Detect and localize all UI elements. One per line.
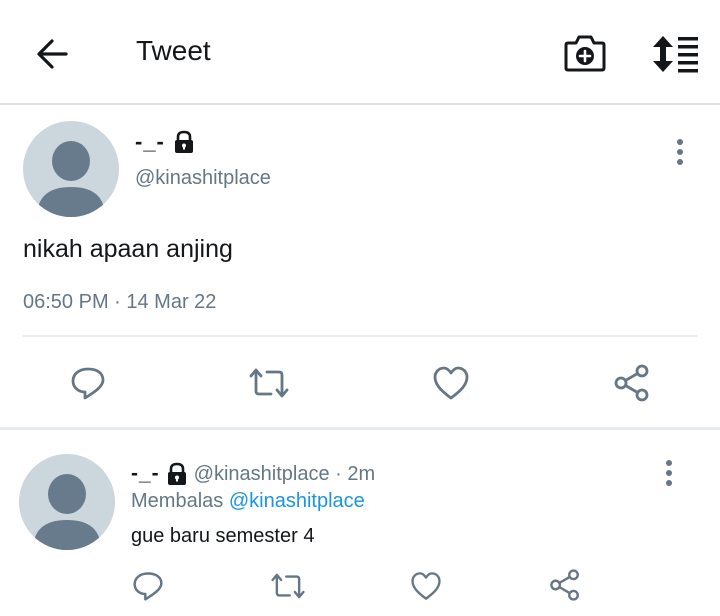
avatar[interactable] <box>23 121 119 217</box>
default-profile-icon <box>33 474 101 550</box>
share-icon <box>614 364 649 402</box>
camera-button[interactable] <box>562 32 608 74</box>
retweet-icon <box>249 368 289 398</box>
default-profile-icon <box>37 141 105 217</box>
author-handle: @kinashitplace <box>135 167 271 189</box>
share-icon <box>550 569 579 601</box>
author-name-row: -_- <box>135 129 195 155</box>
sort-button[interactable] <box>650 34 700 74</box>
page-title: Tweet <box>136 35 211 66</box>
sort-list-icon <box>653 36 698 73</box>
more-options-button[interactable] <box>670 137 690 167</box>
retweet-button[interactable] <box>248 365 290 406</box>
share-button[interactable] <box>612 363 652 408</box>
reply-text: gue baru semester 4 <box>131 525 315 547</box>
reply-button[interactable] <box>70 365 106 406</box>
author-name: -_- <box>135 129 165 154</box>
replying-to-label: Membalas <box>131 490 224 512</box>
main-tweet: -_- @kinashitplace nikah apaan anjing 06… <box>0 107 720 427</box>
avatar[interactable] <box>19 454 115 550</box>
author-name: -_- <box>131 462 160 485</box>
like-icon <box>433 366 469 400</box>
tweet-text: nikah apaan anjing <box>23 235 233 263</box>
replying-to: Membalas @kinashitplace <box>131 490 365 513</box>
like-button[interactable] <box>432 365 470 406</box>
reply-tweet[interactable]: -_- @kinashitplace · 2m Membalas @kinash… <box>0 430 720 616</box>
author-handle-time: @kinashitplace · 2m <box>193 462 376 485</box>
like-icon <box>411 572 441 600</box>
lock-icon <box>174 130 193 153</box>
share-button[interactable] <box>548 568 582 607</box>
back-button[interactable] <box>32 36 72 72</box>
retweet-button[interactable] <box>270 570 306 607</box>
top-app-bar: Tweet <box>0 0 720 105</box>
more-options-button[interactable] <box>659 458 679 488</box>
tweet-timestamp: 06:50 PM · 14 Mar 22 <box>23 291 217 313</box>
reply-icon <box>71 367 105 400</box>
camera-add-icon <box>564 35 606 72</box>
reply-icon <box>133 572 163 601</box>
like-button[interactable] <box>410 570 442 607</box>
arrow-left-icon <box>37 39 68 69</box>
more-vertical-icon <box>666 460 672 486</box>
more-vertical-icon <box>677 139 683 165</box>
divider <box>23 335 697 337</box>
retweet-icon <box>271 573 305 599</box>
lock-icon <box>167 462 186 485</box>
reply-meta-row: -_- @kinashitplace · 2m <box>131 462 375 486</box>
mention-link[interactable]: @kinashitplace <box>229 490 365 512</box>
reply-button[interactable] <box>132 570 164 607</box>
